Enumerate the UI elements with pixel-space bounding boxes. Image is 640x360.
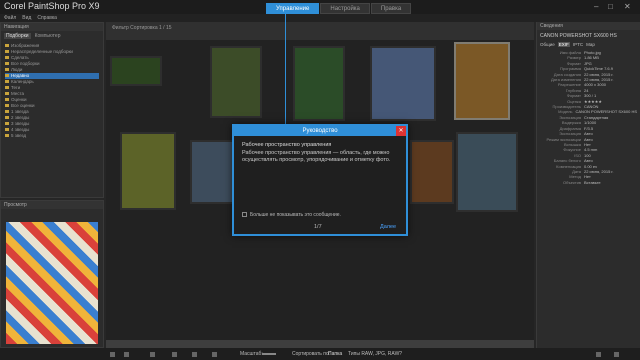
app-window: Corel PaintShop Pro X9 Управление Настро…	[0, 0, 640, 360]
app-title: Corel PaintShop Pro X9	[4, 1, 100, 11]
dont-show-checkbox[interactable]: Больше не показывать это сообщение.	[242, 212, 341, 218]
undo-icon[interactable]	[596, 352, 601, 357]
tree-item-label: Люди	[11, 67, 23, 72]
dialog-page-indicator: 1/7	[314, 224, 322, 230]
menu-view[interactable]: Вид	[22, 14, 31, 22]
tree-item-label: Оценки	[11, 97, 27, 102]
workspace-tabs: Управление Настройка Правка	[266, 3, 412, 14]
info-tab-general[interactable]: Общие	[540, 42, 555, 47]
tree-item-label: Сделать	[11, 55, 29, 60]
preview-header: Просмотр	[1, 201, 103, 209]
folder-icon	[5, 86, 9, 90]
tab-adjust[interactable]: Настройка	[320, 3, 370, 14]
next-button[interactable]: Далее	[380, 224, 396, 230]
tree-item-label: Нераспределенные подборки	[11, 49, 73, 54]
share-icon[interactable]	[212, 352, 217, 357]
folder-icon	[5, 68, 9, 72]
tree-item-label: Места	[11, 91, 25, 96]
folder-icon	[5, 134, 9, 138]
thumbnail-toolbar: Фильтр Сортировка 1 / 15	[106, 22, 534, 40]
checkbox-icon[interactable]	[242, 212, 247, 218]
tree-item-label: Все подборки	[11, 61, 40, 66]
zoom-slider[interactable]	[262, 353, 276, 355]
dialog-body: Рабочее пространство управления — област…	[242, 150, 391, 163]
redo-icon[interactable]	[614, 352, 619, 357]
folder-icon	[5, 62, 9, 66]
tree-item[interactable]: 5 звезд	[5, 133, 99, 139]
info-tab-map[interactable]: Map	[586, 42, 595, 47]
dialog-heading: Рабочее пространство управления	[242, 142, 332, 148]
tab-computer[interactable]: Компьютер	[35, 33, 61, 39]
sort-label: Сортировать по:	[292, 351, 331, 357]
tree-item-label: 5 звезд	[11, 133, 27, 138]
folder-icon	[5, 110, 9, 114]
tab-manage[interactable]: Управление	[266, 3, 320, 14]
info-tab-iptc[interactable]: IPTC	[573, 42, 583, 47]
maximize-icon[interactable]: □	[608, 2, 613, 11]
close-icon[interactable]: ✕	[396, 126, 406, 136]
checkbox-label: Больше не показывать это сообщение.	[250, 212, 341, 218]
tree-item-label: Все оценки	[11, 103, 35, 108]
tree-item-label: 4 звезды	[11, 127, 30, 132]
tour-pointer	[285, 14, 286, 124]
navigation-header: Навигация	[1, 23, 103, 31]
guide-dialog: Руководство ✕ Рабочее пространство управ…	[232, 124, 408, 236]
rotate-left-icon[interactable]	[110, 352, 115, 357]
folder-icon	[5, 80, 9, 84]
info-rows: Имя файла Photo.jpg Размер 1.86 MB Формат JPG…	[537, 50, 640, 185]
folder-icon	[5, 104, 9, 108]
title-bar: Corel PaintShop Pro X9 Управление Настро…	[0, 0, 640, 14]
type-filter[interactable]: Типы RAW, JPG, RAW?	[348, 351, 402, 357]
redeye-icon[interactable]	[192, 352, 197, 357]
status-bar: Масштаб: Сортировать по: Папка Типы RAW,…	[0, 348, 640, 360]
folder-icon	[5, 92, 9, 96]
zoom-label: Масштаб:	[240, 351, 263, 357]
rotate-right-icon[interactable]	[124, 352, 129, 357]
folder-icon	[5, 116, 9, 120]
folder-icon	[5, 50, 9, 54]
info-key: Объектив	[563, 179, 581, 185]
minimize-icon[interactable]: –	[594, 2, 598, 11]
info-tab-exif[interactable]: EXIF	[557, 42, 570, 47]
folder-icon	[5, 122, 9, 126]
tree-item-label: 3 звезды	[11, 121, 30, 126]
tree-item-label: Недавно	[11, 73, 30, 78]
camera-name: CANON POWERSHOT SX600 HS	[540, 33, 617, 39]
sort-dropdown[interactable]: Папка	[328, 351, 342, 357]
straighten-icon[interactable]	[172, 352, 177, 357]
menu-help[interactable]: Справка	[37, 14, 57, 22]
tab-edit[interactable]: Правка	[370, 3, 412, 14]
menu-file[interactable]: Файл	[4, 14, 16, 22]
tree-item-label: Изображения	[11, 43, 40, 48]
info-value[interactable]: Вставьте	[584, 180, 601, 185]
preview-image	[6, 222, 98, 344]
folder-icon	[5, 44, 9, 48]
tree-item-label: 2 звезды	[11, 115, 30, 120]
close-icon[interactable]: ✕	[624, 2, 631, 11]
info-row: Объектив Вставьте	[537, 180, 640, 185]
menu-bar: Файл Вид Справка	[0, 14, 640, 22]
tree-item-label: Теги	[11, 85, 21, 90]
tree-item-label: Календарь	[11, 79, 34, 84]
thumbnail-filter: Фильтр Сортировка 1 / 15	[112, 25, 172, 31]
navigation-panel: Навигация Подборки Компьютер Изображения…	[0, 22, 104, 198]
dialog-title: Руководство	[302, 128, 338, 134]
folder-icon	[5, 128, 9, 132]
info-panel: Сведения CANON POWERSHOT SX600 HS Общие …	[536, 22, 640, 348]
tree-item-label: 1 звезда	[11, 109, 29, 114]
tab-collections[interactable]: Подборки	[4, 33, 31, 39]
folder-icon	[5, 74, 9, 78]
folder-icon	[5, 98, 9, 102]
folder-icon	[5, 56, 9, 60]
crop-icon[interactable]	[150, 352, 155, 357]
folder-tree: Изображения Нераспределенные подборки Сдел…	[1, 41, 103, 141]
info-header: Сведения	[537, 22, 640, 30]
